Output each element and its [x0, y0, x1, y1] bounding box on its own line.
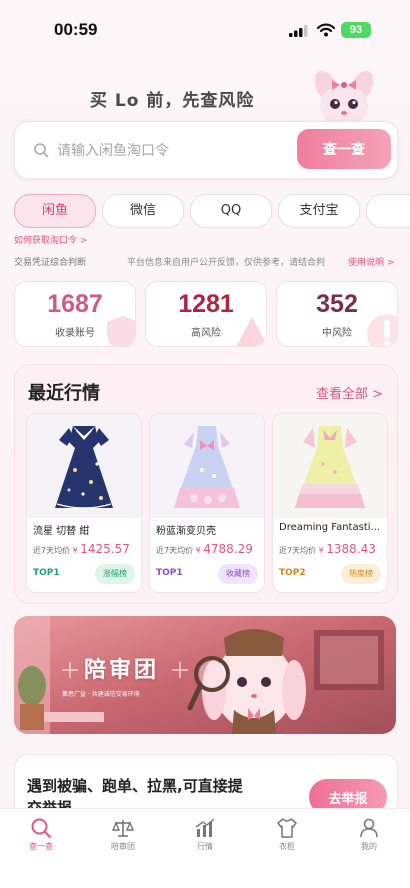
search-card: 查一查: [14, 121, 398, 179]
cellular-signal-icon: [289, 25, 308, 37]
yellow-dress-image: [273, 414, 387, 518]
navy-dress-image: [27, 414, 141, 518]
rank-badge: 收藏榜: [218, 564, 258, 584]
tab-wechat[interactable]: 微信: [102, 194, 184, 228]
rank-label: TOP1: [33, 568, 60, 578]
pastel-dress-image: [150, 414, 264, 518]
tab-qq[interactable]: QQ: [190, 194, 272, 228]
status-time: 00:59: [54, 20, 98, 39]
banner-subtitle: 集思广益 · 共建诚信交易环境: [62, 691, 140, 698]
nav-item-search[interactable]: 查一查: [6, 817, 76, 852]
warning-triangle-icon: [236, 317, 266, 346]
nav-label: 行情: [197, 842, 213, 851]
nav-label: 查一查: [29, 842, 53, 851]
usage-guide-link[interactable]: 使用说明 >: [348, 255, 394, 268]
wifi-icon: [317, 23, 335, 37]
stat-card-high-risk[interactable]: 1281 高风险: [145, 281, 267, 347]
shirt-icon: [277, 818, 297, 838]
status-bar: 00:59 93: [0, 0, 410, 56]
search-icon: [34, 143, 49, 158]
rank-badge: 涨幅榜: [95, 564, 135, 584]
view-all-link[interactable]: 查看全部 >: [316, 383, 383, 402]
bottom-nav: 查一查 陪审团 行情 衣柜 我的: [0, 808, 410, 888]
rank-label: TOP1: [156, 568, 183, 578]
rank-badge: 热度榜: [341, 564, 381, 584]
chart-icon: [195, 818, 215, 837]
exclamation-icon: [367, 314, 397, 346]
person-icon: [360, 818, 378, 838]
page-slogan: 买 Lo 前，先查风险: [90, 91, 255, 111]
item-price-row: 近7天均价 ¥ 1388.43: [279, 542, 376, 556]
banner-illustration: [14, 616, 396, 734]
market-item[interactable]: 流星 切替 紺 近7天均价 ¥ 1425.57 TOP1 涨幅榜: [26, 413, 142, 593]
nav-label: 我的: [361, 842, 377, 851]
search-button[interactable]: 查一查: [297, 129, 391, 169]
market-item[interactable]: Dreaming Fantasti... 近7天均价 ¥ 1388.43 TOP…: [272, 413, 388, 593]
item-price-row: 近7天均价 ¥ 1425.57: [33, 542, 130, 556]
item-name: 粉蓝渐变贝壳: [156, 526, 216, 537]
rank-label: TOP2: [279, 568, 306, 578]
battery-indicator: 93: [341, 22, 371, 38]
platform-tabs: 闲鱼 微信 QQ 支付宝: [14, 194, 410, 228]
nav-item-wardrobe[interactable]: 衣柜: [252, 817, 322, 852]
stat-card-medium-risk[interactable]: 352 中风险: [276, 281, 398, 347]
nav-item-jury[interactable]: 陪审团: [88, 817, 158, 852]
recent-market-section: 最近行情 查看全部 > 流星 切替 紺 近7天均价 ¥ 1425.57 TOP1…: [14, 364, 398, 604]
disclaimer-left: 交易凭证综合判断: [14, 258, 87, 268]
nav-item-market[interactable]: 行情: [170, 817, 240, 852]
banner-title: 陪审团: [84, 658, 160, 683]
how-to-get-code-link[interactable]: 如何获取淘口令 >: [14, 233, 87, 246]
market-item[interactable]: 粉蓝渐变贝壳 近7天均价 ¥ 4788.29 TOP1 收藏榜: [149, 413, 265, 593]
item-price: 1425.57: [80, 542, 130, 556]
item-name: 流星 切替 紺: [33, 526, 90, 537]
item-price-row: 近7天均价 ¥ 4788.29: [156, 542, 253, 556]
item-name: Dreaming Fantasti...: [279, 522, 381, 533]
nav-label: 陪审团: [111, 842, 135, 851]
jury-banner[interactable]: 陪审团 集思广益 · 共建诚信交易环境: [14, 616, 396, 734]
tab-alipay[interactable]: 支付宝: [278, 194, 360, 228]
section-title: 最近行情: [28, 383, 100, 404]
nav-item-profile[interactable]: 我的: [334, 817, 404, 852]
search-icon: [31, 818, 51, 838]
disclaimer-right: 平台信息来自用户公开反馈，仅供参考，请结合判: [127, 258, 326, 268]
item-price: 4788.29: [203, 542, 253, 556]
tab-xianyu[interactable]: 闲鱼: [14, 194, 96, 228]
scales-icon: [112, 820, 134, 837]
shield-icon: [107, 316, 135, 346]
stat-card-accounts[interactable]: 1687 收录账号: [14, 281, 136, 347]
item-price: 1388.43: [326, 542, 376, 556]
tab-more[interactable]: [366, 194, 410, 228]
nav-label: 衣柜: [279, 842, 295, 851]
search-input[interactable]: [55, 136, 289, 166]
